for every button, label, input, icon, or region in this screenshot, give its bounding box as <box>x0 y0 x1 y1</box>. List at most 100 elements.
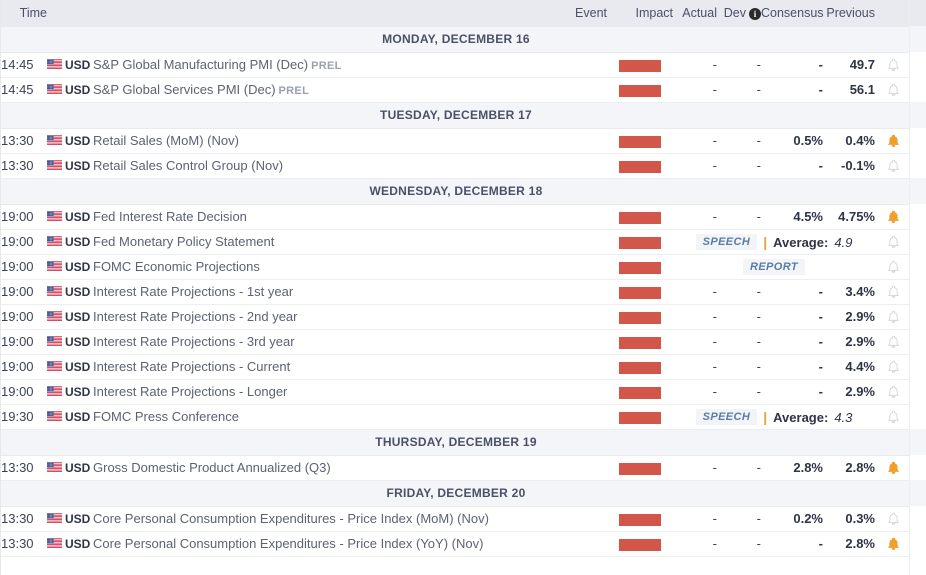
event-row[interactable]: 13:30USDGross Domestic Product Annualize… <box>1 455 911 480</box>
event-name-cell[interactable]: FOMC Press Conference <box>93 404 607 429</box>
alert-bell-icon[interactable] <box>887 360 900 375</box>
impact-bar-high <box>619 412 661 424</box>
event-consensus: - <box>761 153 823 178</box>
alert-cell[interactable] <box>875 531 911 556</box>
column-header-dev[interactable]: Dev i <box>717 0 761 26</box>
event-name-cell[interactable]: Interest Rate Projections - Current <box>93 354 607 379</box>
alert-cell[interactable] <box>875 77 911 102</box>
alert-cell[interactable] <box>875 128 911 153</box>
event-row[interactable]: 19:00USDFed Interest Rate Decision--4.5%… <box>1 204 911 229</box>
alert-bell-active-icon[interactable] <box>887 134 900 149</box>
event-row[interactable]: 19:00USDInterest Rate Projections - 3rd … <box>1 329 911 354</box>
column-header-previous[interactable]: Previous <box>823 0 875 26</box>
alert-cell[interactable] <box>875 455 911 480</box>
alert-bell-icon[interactable] <box>887 159 900 174</box>
event-name-cell[interactable]: Interest Rate Projections - Longer <box>93 379 607 404</box>
alert-bell-active-icon[interactable] <box>887 210 900 225</box>
us-flag-icon <box>47 462 62 473</box>
event-name: Retail Sales Control Group (Nov) <box>93 158 283 173</box>
event-name-cell[interactable]: Interest Rate Projections - 2nd year <box>93 304 607 329</box>
event-name-cell[interactable]: Core Personal Consumption Expenditures -… <box>93 531 607 556</box>
event-name-cell[interactable]: Core Personal Consumption Expenditures -… <box>93 506 607 531</box>
us-flag-icon <box>47 160 62 171</box>
currency-label: USD <box>65 410 90 424</box>
alert-cell[interactable] <box>875 506 911 531</box>
alert-cell[interactable] <box>875 329 911 354</box>
alert-cell[interactable] <box>875 354 911 379</box>
event-row[interactable]: 19:00USDFOMC Economic ProjectionsREPORT <box>1 254 911 279</box>
alert-cell[interactable] <box>875 379 911 404</box>
alert-bell-icon[interactable] <box>887 83 900 98</box>
event-time: 19:00 <box>1 329 47 354</box>
event-row[interactable]: 14:45USDS&P Global Services PMI (Dec)PRE… <box>1 77 911 102</box>
event-name-cell[interactable]: S&P Global Manufacturing PMI (Dec)PREL <box>93 52 607 77</box>
event-row[interactable]: 19:30USDFOMC Press ConferenceSPEECH|Aver… <box>1 404 911 429</box>
event-row[interactable]: 19:00USDFed Monetary Policy StatementSPE… <box>1 229 911 254</box>
alert-cell[interactable] <box>875 279 911 304</box>
alert-cell[interactable] <box>875 304 911 329</box>
event-name-cell[interactable]: Fed Interest Rate Decision <box>93 204 607 229</box>
column-header-dev-label: Dev <box>724 6 746 20</box>
event-actual: - <box>673 153 717 178</box>
scrollbar-track[interactable] <box>909 0 926 575</box>
event-name-cell[interactable]: Interest Rate Projections - 1st year <box>93 279 607 304</box>
alert-cell[interactable] <box>875 404 911 429</box>
alert-cell[interactable] <box>875 229 911 254</box>
event-name-cell[interactable]: Retail Sales Control Group (Nov) <box>93 153 607 178</box>
event-time: 13:30 <box>1 531 47 556</box>
event-row[interactable]: 13:30USDCore Personal Consumption Expend… <box>1 506 911 531</box>
impact-cell <box>607 506 673 531</box>
alert-bell-icon[interactable] <box>887 58 900 73</box>
us-flag-icon <box>47 513 62 524</box>
info-icon[interactable]: i <box>749 8 761 20</box>
column-header-impact[interactable]: Impact <box>607 0 673 26</box>
alert-bell-icon[interactable] <box>887 285 900 300</box>
column-header-consensus[interactable]: Consensus <box>761 0 823 26</box>
alert-bell-active-icon[interactable] <box>887 537 900 552</box>
event-time: 19:00 <box>1 279 47 304</box>
event-name: S&P Global Services PMI (Dec) <box>93 82 276 97</box>
report-badge: REPORT <box>743 259 805 275</box>
alert-bell-icon[interactable] <box>887 310 900 325</box>
event-row[interactable]: 13:30USDCore Personal Consumption Expend… <box>1 531 911 556</box>
event-actual: - <box>673 204 717 229</box>
column-header-actual[interactable]: Actual <box>673 0 717 26</box>
column-header-event[interactable]: Event <box>47 0 607 26</box>
event-row[interactable]: 19:00USDInterest Rate Projections - Curr… <box>1 354 911 379</box>
event-name-cell[interactable]: FOMC Economic Projections <box>93 254 607 279</box>
event-name-cell[interactable]: Gross Domestic Product Annualized (Q3) <box>93 455 607 480</box>
alert-bell-icon[interactable] <box>887 260 900 275</box>
impact-bar-high <box>619 463 661 475</box>
event-row[interactable]: 14:45USDS&P Global Manufacturing PMI (De… <box>1 52 911 77</box>
event-name: FOMC Press Conference <box>93 409 239 424</box>
event-row[interactable]: 13:30USDRetail Sales Control Group (Nov)… <box>1 153 911 178</box>
alert-bell-active-icon[interactable] <box>887 461 900 476</box>
alert-cell[interactable] <box>875 52 911 77</box>
calendar-table: Time Event Impact Actual Dev i Consensus… <box>1 0 911 557</box>
alert-bell-icon[interactable] <box>887 512 900 527</box>
column-header-time[interactable]: Time <box>1 0 47 26</box>
event-row[interactable]: 13:30USDRetail Sales (MoM) (Nov)--0.5%0.… <box>1 128 911 153</box>
alert-bell-icon[interactable] <box>887 410 900 425</box>
event-name-cell[interactable]: S&P Global Services PMI (Dec)PREL <box>93 77 607 102</box>
alert-cell[interactable] <box>875 204 911 229</box>
event-name-cell[interactable]: Interest Rate Projections - 3rd year <box>93 329 607 354</box>
day-header-label: THURSDAY, DECEMBER 19 <box>1 429 911 455</box>
alert-bell-icon[interactable] <box>887 335 900 350</box>
event-currency: USD <box>47 279 93 304</box>
alert-bell-icon[interactable] <box>887 235 900 250</box>
impact-bar-high <box>619 312 661 324</box>
event-name-cell[interactable]: Retail Sales (MoM) (Nov) <box>93 128 607 153</box>
event-row[interactable]: 19:00USDInterest Rate Projections - 1st … <box>1 279 911 304</box>
event-name-cell[interactable]: Fed Monetary Policy Statement <box>93 229 607 254</box>
event-row[interactable]: 19:00USDInterest Rate Projections - 2nd … <box>1 304 911 329</box>
alert-cell[interactable] <box>875 153 911 178</box>
impact-cell <box>607 204 673 229</box>
event-previous: -0.1% <box>823 153 875 178</box>
alert-cell[interactable] <box>875 254 911 279</box>
event-consensus: - <box>761 329 823 354</box>
us-flag-icon <box>47 361 62 372</box>
alert-bell-icon[interactable] <box>887 385 900 400</box>
us-flag-icon <box>47 538 62 549</box>
event-row[interactable]: 19:00USDInterest Rate Projections - Long… <box>1 379 911 404</box>
